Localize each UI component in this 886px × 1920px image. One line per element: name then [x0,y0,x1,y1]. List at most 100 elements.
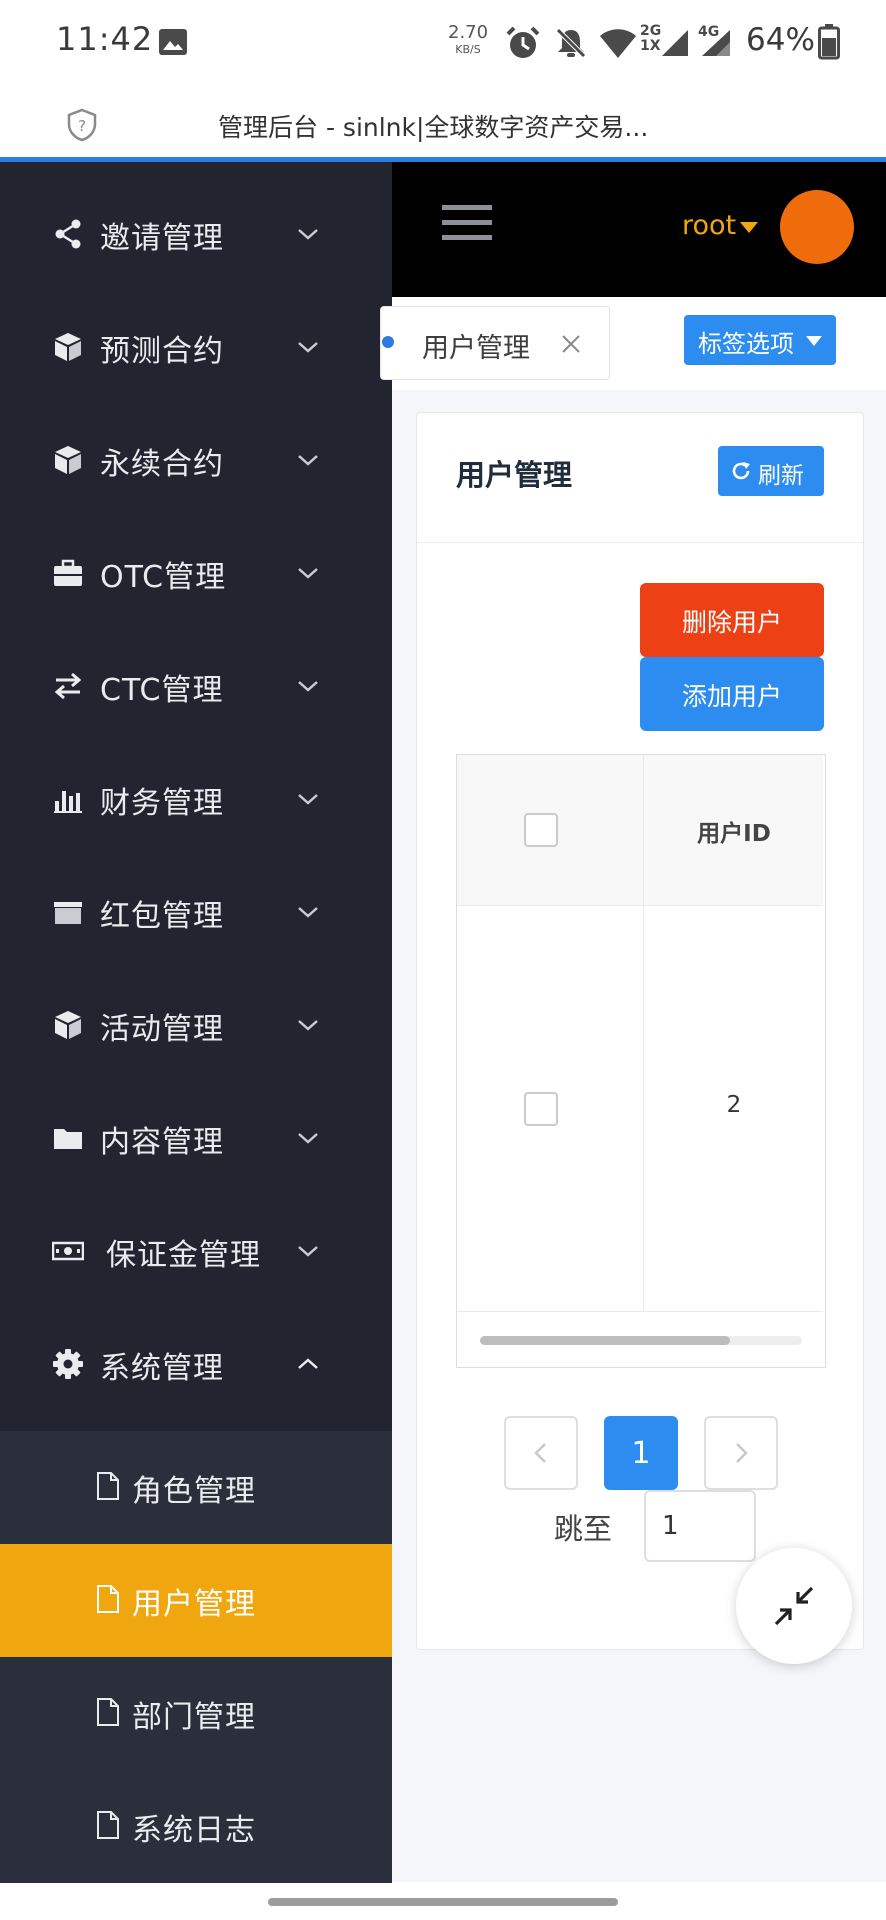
gesture-bar[interactable] [268,1898,618,1906]
row-checkbox[interactable] [524,1092,558,1126]
panel-title: 用户管理 [456,458,573,492]
refresh-icon [732,462,750,480]
cube-icon [55,333,81,361]
envelope-box-icon [54,902,82,924]
sidebar: 邀请管理 预测合约 永续合约 OTC管理 CTC管理 财务管理 红包管理 活动管… [0,162,392,1883]
signal-2g-label: 2G 1X [640,23,662,54]
prev-page-button[interactable] [504,1416,578,1490]
chevron-down-icon [298,1133,318,1144]
sidebar-item-label: 财务管理 [100,786,224,821]
add-user-button[interactable]: 添加用户 [640,657,824,731]
sidebar-subitem-label: 部门管理 [132,1700,256,1735]
alarm-icon [506,26,540,58]
delete-user-button[interactable]: 删除用户 [640,583,824,657]
tab-options-label: 标签选项 [698,330,794,358]
money-icon [52,1241,84,1261]
sidebar-item-margin[interactable]: 保证金管理 [0,1195,392,1308]
sidebar-item-finance[interactable]: 财务管理 [0,743,392,856]
refresh-button[interactable]: 刷新 [718,446,824,496]
file-icon [97,1811,119,1839]
sidebar-item-label: 活动管理 [100,1012,224,1047]
add-user-label: 添加用户 [681,682,782,711]
sidebar-item-perpetual-contract[interactable]: 永续合约 [0,404,392,517]
gear-icon [53,1349,83,1379]
cell-user-id: 2 [726,1092,742,1118]
hamburger-menu-icon[interactable] [442,205,492,245]
delete-user-label: 删除用户 [681,608,782,637]
battery-icon [818,24,840,60]
row-divider [457,1311,823,1312]
row-divider [457,905,823,906]
sidebar-item-label: 系统管理 [100,1351,224,1386]
cell-signal-icon [662,30,688,56]
jump-to-label: 跳至 [554,1512,613,1546]
divider [417,542,863,543]
sidebar-subitem-departments[interactable]: 部门管理 [0,1657,392,1770]
chevron-right-icon [736,1443,748,1463]
cube-icon [55,446,81,474]
briefcase-icon [54,559,82,586]
user-menu[interactable]: root [682,210,736,241]
exchange-icon [54,672,82,700]
next-page-button[interactable] [704,1416,778,1490]
file-icon [97,1585,119,1613]
sidebar-item-label: 永续合约 [100,447,224,482]
photo-icon [159,29,187,55]
cube-icon [55,1011,81,1039]
file-icon [97,1472,119,1500]
chevron-left-icon [534,1443,546,1463]
sidebar-item-invite[interactable]: 邀请管理 [0,178,392,291]
sidebar-item-otc[interactable]: OTC管理 [0,517,392,630]
sidebar-item-content[interactable]: 内容管理 [0,1082,392,1195]
tab-options-button[interactable]: 标签选项 [684,315,836,365]
sidebar-subitem-label: 角色管理 [132,1474,256,1509]
column-header-user-id[interactable]: 用户ID [644,814,824,848]
clock: 11:42 [56,20,154,58]
chevron-down-icon [298,1246,318,1257]
tab-label[interactable]: 用户管理 [422,326,530,365]
battery-percent: 64% [746,22,815,58]
sidebar-item-system[interactable]: 系统管理 [0,1308,392,1421]
sidebar-subitem-system-log[interactable]: 系统日志 [0,1770,392,1883]
sidebar-item-prediction-contract[interactable]: 预测合约 [0,291,392,404]
sidebar-subitem-label: 用户管理 [132,1587,256,1622]
sidebar-item-label: 邀请管理 [100,221,224,256]
jump-to-page-input[interactable] [644,1490,756,1562]
refresh-label: 刷新 [758,463,804,489]
chevron-down-icon [298,907,318,918]
sidebar-item-activity[interactable]: 活动管理 [0,969,392,1082]
page-title: 管理后台 - sinlnk|全球数字资产交易... [218,113,649,142]
sidebar-item-red-packet[interactable]: 红包管理 [0,856,392,969]
select-all-checkbox[interactable] [524,813,558,847]
scrollbar-thumb[interactable] [480,1336,730,1345]
chevron-down-icon [298,794,318,805]
mute-icon [556,28,586,58]
sidebar-subitem-label: 系统日志 [132,1813,256,1848]
sidebar-item-label: OTC管理 [100,560,227,595]
folder-icon [54,1129,82,1149]
close-icon[interactable] [560,333,582,355]
sidebar-subitem-roles[interactable]: 角色管理 [0,1431,392,1544]
net-speed: 2.70 KB/S [448,22,489,56]
avatar[interactable] [780,190,854,264]
tab-active-dot [382,336,394,348]
bar-chart-icon [54,791,82,813]
chevron-down-icon [298,1020,318,1031]
wifi-icon [600,29,636,58]
chevron-down-icon [298,229,318,240]
page-1-button[interactable]: 1 [604,1416,678,1490]
shield-icon[interactable]: ? [66,108,98,142]
chevron-down-icon [298,681,318,692]
sidebar-item-ctc[interactable]: CTC管理 [0,630,392,743]
sidebar-subitem-users[interactable]: 用户管理 [0,1544,392,1657]
file-icon [97,1698,119,1726]
sidebar-item-label: 红包管理 [100,899,224,934]
caret-down-icon[interactable] [740,222,758,233]
svg-text:?: ? [78,117,86,135]
cell-signal-icon [702,30,730,56]
chevron-down-icon [298,342,318,353]
sidebar-item-label: CTC管理 [100,673,224,708]
share-icon [55,219,81,249]
collapse-float-button[interactable] [736,1548,852,1664]
sidebar-item-label: 内容管理 [100,1125,224,1160]
